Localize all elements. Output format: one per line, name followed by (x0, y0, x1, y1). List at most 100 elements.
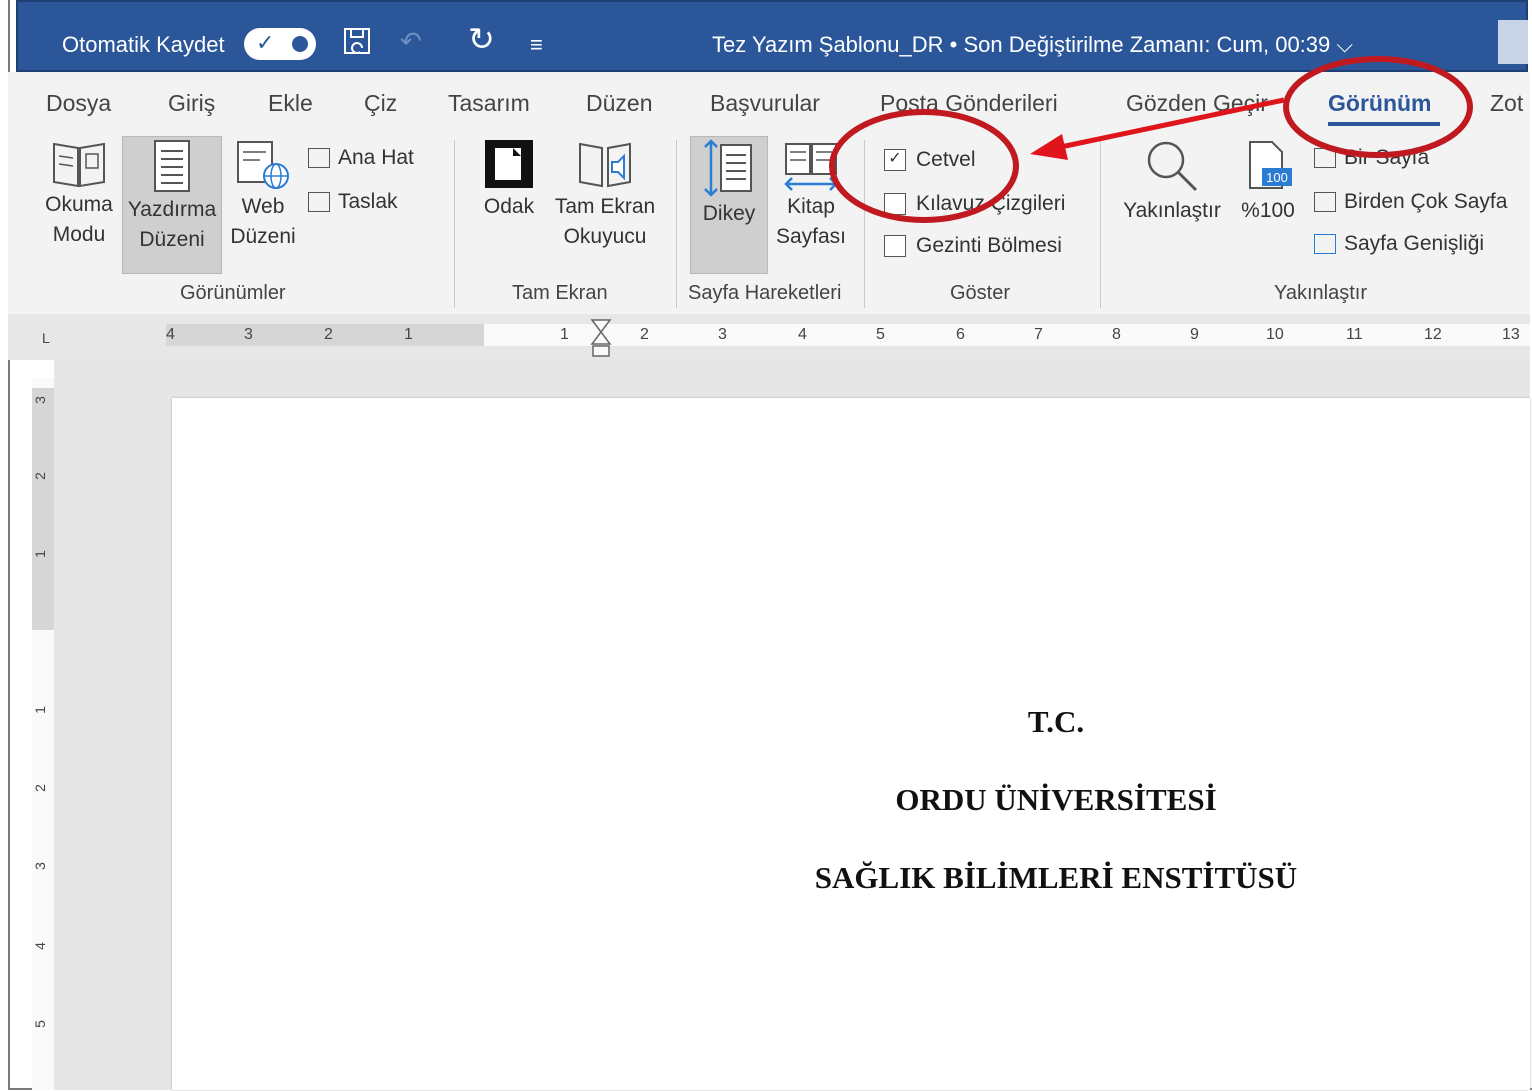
group-divider (676, 140, 677, 308)
print-layout-button[interactable]: Yazdırma Düzeni (122, 136, 222, 274)
views-group-label: Görünümler (180, 282, 286, 304)
immersive-group-label: Tam Ekran (512, 282, 608, 304)
focus-label: Odak (483, 195, 535, 218)
immersive-reader-button[interactable]: Tam Ekran Okuyucu (548, 136, 662, 252)
autosave-toggle[interactable]: ✓ (244, 28, 316, 60)
group-divider (454, 140, 455, 308)
gridlines-box (884, 193, 906, 216)
ruler-tick: 10 (1266, 326, 1284, 343)
outline-button[interactable]: Ana Hat (308, 146, 414, 170)
customize-toolbar-icon[interactable]: ≡ (530, 32, 543, 58)
ruler-label: Cetvel (916, 148, 976, 171)
redo-icon[interactable]: ↻ (468, 20, 495, 58)
navigation-pane-box (884, 235, 906, 258)
tab-view[interactable]: Görünüm (1328, 90, 1432, 117)
gridlines-checkbox[interactable]: Kılavuz Çizgileri (884, 192, 1065, 216)
tab-layout[interactable]: Düzen (586, 90, 652, 117)
vertical-ruler-tick: 2 (31, 784, 48, 792)
tab-draw[interactable]: Çiz (364, 90, 397, 117)
zoom-button[interactable]: Yakınlaştır (1116, 136, 1228, 226)
tab-selector[interactable]: L (42, 330, 50, 346)
document-title[interactable]: Tez Yazım Şablonu_DR • Son Değiştirilme … (712, 32, 1353, 58)
vertical-ruler-tick: 4 (31, 942, 48, 950)
tab-design[interactable]: Tasarım (448, 90, 530, 117)
vertical-ruler-tick: 5 (31, 1020, 48, 1028)
multiple-pages-button[interactable]: Birden Çok Sayfa (1314, 190, 1507, 214)
gridlines-label: Kılavuz Çizgileri (916, 192, 1066, 215)
tab-file[interactable]: Dosya (46, 90, 111, 117)
vertical-ruler-margin (32, 388, 54, 630)
horizontal-ruler[interactable]: L 4 3 2 1 1 2 3 4 5 6 7 8 9 10 11 12 13 (8, 314, 1530, 360)
print-layout-label-2: Düzeni (139, 228, 205, 251)
vertical-button[interactable]: Dikey (690, 136, 768, 274)
reading-mode-button[interactable]: Okuma Modu (38, 136, 120, 250)
ruler-tick: 2 (324, 326, 333, 343)
print-layout-label-1: Yazdırma (127, 198, 217, 221)
ruler-tick: 4 (166, 326, 175, 343)
doc-line-university[interactable]: ORDU ÜNİVERSİTESİ (172, 782, 1532, 818)
ruler-check-icon: ✓ (884, 149, 906, 172)
autosave-label: Otomatik Kaydet (62, 32, 225, 57)
save-icon[interactable] (342, 26, 374, 65)
tab-mailings[interactable]: Posta Gönderileri (880, 90, 1058, 117)
tab-insert[interactable]: Ekle (268, 90, 313, 117)
zoom-100-button[interactable]: 100 %100 (1236, 136, 1300, 226)
vertical-ruler[interactable]: 3 2 1 1 2 3 4 5 (32, 378, 54, 1090)
active-tab-indicator (1328, 122, 1440, 126)
tab-zotero[interactable]: Zot (1490, 90, 1523, 117)
account-button[interactable] (1498, 20, 1528, 64)
ruler-tick: 3 (244, 326, 253, 343)
ruler-checkbox[interactable]: ✓ Cetvel (884, 148, 976, 172)
side-by-side-button[interactable]: Kitap Sayfası (772, 136, 850, 252)
tab-home[interactable]: Giriş (168, 90, 215, 117)
ruler-tick: 1 (560, 326, 569, 343)
title-bar: Otomatik Kaydet ✓ ↶ ↻ ≡ Tez Yazım Şablon… (16, 0, 1528, 72)
ruler-tick: 12 (1424, 326, 1442, 343)
outline-label: Ana Hat (338, 146, 414, 169)
vertical-scroll-icon (704, 139, 752, 197)
focus-button[interactable]: Odak (474, 136, 544, 222)
reading-mode-label-1: Okuma (45, 193, 113, 216)
focus-icon (485, 140, 533, 188)
show-group-label: Göster (950, 282, 1011, 304)
ruler-tick: 5 (876, 326, 885, 343)
tab-references[interactable]: Başvurular (710, 90, 820, 117)
tab-review[interactable]: Gözden Geçir (1126, 90, 1268, 117)
doc-line-tc[interactable]: T.C. (172, 704, 1532, 740)
vertical-label: Dikey (702, 202, 756, 225)
zoom-label: Yakınlaştır (1123, 199, 1221, 222)
side-by-side-label-2: Sayfası (775, 225, 847, 248)
immersive-reader-label-1: Tam Ekran (554, 195, 656, 218)
ribbon: Okuma Modu Yazdırma Düzeni Web Düzeni An… (8, 130, 1530, 315)
navigation-pane-checkbox[interactable]: Gezinti Bölmesi (884, 234, 1062, 258)
reading-mode-label-2: Modu (52, 223, 106, 246)
document-page[interactable]: T.C. ORDU ÜNİVERSİTESİ SAĞLIK BİLİMLERİ … (172, 398, 1530, 1090)
ruler-tick: 9 (1190, 326, 1199, 343)
side-by-side-icon (784, 143, 838, 191)
ruler-tick: 13 (1502, 326, 1520, 343)
ruler-tick: 2 (640, 326, 649, 343)
one-page-label: Bir Sayfa (1344, 146, 1430, 169)
draft-icon (308, 192, 330, 213)
ruler-tick: 11 (1346, 326, 1363, 343)
globe-document-icon (237, 141, 289, 189)
web-layout-button[interactable]: Web Düzeni (224, 136, 302, 252)
indent-marker-icon[interactable] (590, 318, 612, 358)
page-100-icon: 100 (1249, 141, 1292, 189)
one-page-button[interactable]: Bir Sayfa (1314, 146, 1429, 170)
ruler-tick: 1 (404, 326, 413, 343)
ruler-tick: 8 (1112, 326, 1121, 343)
vertical-ruler-tick: 1 (31, 550, 48, 558)
doc-line-institute[interactable]: SAĞLIK BİLİMLERİ ENSTİTÜSÜ (172, 860, 1532, 896)
immersive-reader-label-2: Okuyucu (563, 225, 647, 248)
page-width-button[interactable]: Sayfa Genişliği (1314, 232, 1484, 256)
vertical-ruler-tick: 3 (31, 862, 48, 870)
vertical-ruler-tick: 2 (31, 472, 48, 480)
ribbon-tabs: Dosya Giriş Ekle Çiz Tasarım Düzen Başvu… (8, 72, 1530, 130)
magnifier-icon (1147, 141, 1198, 192)
vertical-ruler-tick: 3 (31, 396, 48, 404)
undo-icon[interactable]: ↶ (400, 26, 422, 57)
draft-button[interactable]: Taslak (308, 190, 398, 214)
ruler-tick: 4 (798, 326, 807, 343)
zoom-group-label: Yakınlaştır (1274, 282, 1367, 304)
